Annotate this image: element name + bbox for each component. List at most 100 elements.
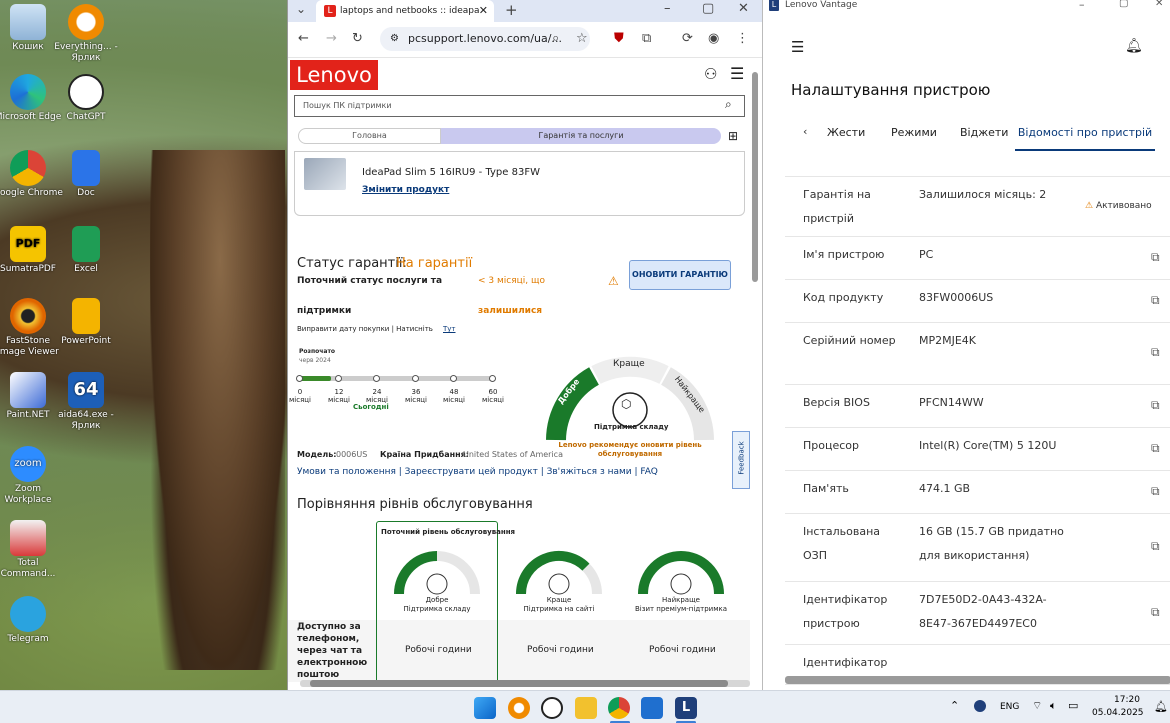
- faq-link[interactable]: FAQ: [640, 467, 657, 477]
- level-name: Краще: [546, 596, 572, 604]
- vantage-close-icon[interactable]: ✕: [1155, 0, 1163, 9]
- search-input[interactable]: Пошук ПК підтримки: [294, 95, 745, 117]
- vantage-minimize-icon[interactable]: –: [1079, 0, 1085, 11]
- register-link[interactable]: Зареєструвати цей продукт: [405, 467, 538, 477]
- breadcrumb-warranty[interactable]: Гарантія та послуги: [441, 128, 721, 144]
- tab-widgets[interactable]: Віджети: [960, 126, 1008, 139]
- vantage-taskbar-icon[interactable]: L: [675, 697, 697, 719]
- menu-icon[interactable]: ⋮: [736, 31, 749, 46]
- tray-chevron-icon[interactable]: ⌃: [950, 699, 959, 712]
- remaining-line1: < 3 місяці, що: [478, 276, 545, 286]
- warning-icon: ⚠: [1085, 201, 1094, 211]
- desktop-icon-everything[interactable]: Everything... - Ярлик: [51, 4, 121, 64]
- desktop-icon-telegram[interactable]: Telegram: [0, 596, 63, 645]
- taskbar: L ⌃ ENG ⌔ 🔈︎ ▭ 17:20 05.04.2025 🔔︎: [0, 690, 1170, 723]
- device-info-row: Пам'ять 474.1 GB ⧉: [785, 471, 1170, 514]
- vantage-horizontal-scrollbar[interactable]: [785, 676, 1170, 684]
- copy-icon[interactable]: ⧉: [1151, 250, 1160, 265]
- vantage-window: L Lenovo Vantage – ▢ ✕ ☰ 🔔︎ Налаштування…: [762, 0, 1170, 690]
- ublock-icon[interactable]: ⛊: [614, 31, 624, 46]
- volume-icon[interactable]: 🔈︎: [1050, 699, 1057, 713]
- file-explorer-icon[interactable]: [575, 697, 597, 719]
- start-icon[interactable]: [474, 697, 496, 719]
- wifi-icon[interactable]: ⌔: [1032, 699, 1042, 713]
- product-card: [294, 151, 745, 216]
- grid-icon[interactable]: ⊞: [728, 129, 738, 143]
- tab-gestures[interactable]: Жести: [827, 126, 865, 139]
- everything-taskbar-icon[interactable]: [508, 697, 530, 719]
- level-desc: Підтримка на сайті: [523, 605, 595, 613]
- copy-icon[interactable]: ⧉: [1151, 293, 1160, 308]
- maximize-icon[interactable]: ▢: [702, 1, 714, 16]
- desktop-icon-totalcommander[interactable]: Total Command...: [0, 520, 63, 580]
- copy-icon[interactable]: ⧉: [1151, 484, 1160, 499]
- copy-icon[interactable]: ⧉: [1151, 441, 1160, 456]
- breadcrumb-home[interactable]: Головна: [298, 128, 441, 144]
- info-value: 16 GB (15.7 GB придатно для використання…: [919, 525, 1064, 562]
- tray-vantage-icon[interactable]: [974, 700, 986, 712]
- profile-icon[interactable]: ◉: [708, 31, 719, 46]
- desktop-icon-zoom[interactable]: zoom Zoom Workplace: [0, 446, 63, 506]
- chrome-taskbar-icon[interactable]: [608, 697, 630, 719]
- close-window-icon[interactable]: ✕: [738, 1, 749, 16]
- language-indicator[interactable]: ENG: [1000, 702, 1019, 712]
- store-icon[interactable]: [641, 697, 663, 719]
- vertical-scrollbar[interactable]: [752, 72, 758, 282]
- copy-icon[interactable]: ⧉: [1151, 398, 1160, 413]
- copy-icon[interactable]: ⧉: [1151, 605, 1160, 620]
- tab-device-info[interactable]: Відомості про пристрій: [1015, 119, 1155, 151]
- account-icon[interactable]: ⚇: [704, 65, 717, 83]
- lenovo-logo[interactable]: Lenovo: [290, 60, 378, 90]
- new-tab-icon[interactable]: +: [505, 1, 518, 19]
- hours-better: Робочі години: [527, 645, 594, 655]
- info-key: Інстальована ОЗП: [803, 525, 881, 562]
- clock-time[interactable]: 17:20: [1114, 695, 1140, 705]
- search-icon[interactable]: ⌕: [725, 97, 732, 112]
- timeline-tick: [412, 375, 419, 382]
- tabs-prev-icon[interactable]: ‹: [803, 125, 807, 138]
- fix-date-text: Виправити дату покупки | Натисніть: [297, 325, 433, 333]
- update-warranty-button[interactable]: ОНОВИТИ ГАРАНТІЮ: [629, 260, 731, 290]
- back-icon[interactable]: ←: [298, 31, 309, 46]
- zoom-icon[interactable]: ⌕: [552, 31, 559, 46]
- timeline-label: 0 місяці: [289, 388, 311, 404]
- desktop-icon-excel[interactable]: Excel: [51, 226, 121, 275]
- desktop-icon-aida64[interactable]: 64 aida64.exe - Ярлик: [51, 372, 121, 432]
- battery-icon[interactable]: ▭: [1068, 699, 1078, 712]
- menu-toggle-icon[interactable]: ☰: [791, 38, 804, 56]
- extensions-icon[interactable]: ⧉: [642, 31, 651, 46]
- change-product-link[interactable]: Змінити продукт: [362, 185, 449, 195]
- reload-icon[interactable]: ↻: [352, 31, 363, 46]
- tab-bar: ⌄ L laptops and netbooks :: ideapa ✕ + –…: [288, 0, 762, 22]
- terms-link[interactable]: Умови та положення: [297, 467, 396, 477]
- clock-date[interactable]: 05.04.2025: [1092, 708, 1144, 718]
- tab-modes[interactable]: Режими: [891, 126, 937, 139]
- site-info-icon[interactable]: ⚙: [390, 27, 399, 51]
- chrome-window: ⌄ L laptops and netbooks :: ideapa ✕ + –…: [287, 0, 762, 690]
- hamburger-icon[interactable]: ☰: [730, 64, 744, 83]
- info-key: Серійний номер: [803, 334, 896, 347]
- vantage-maximize-icon[interactable]: ▢: [1119, 0, 1128, 9]
- tab-search-icon[interactable]: ⟳: [682, 31, 693, 46]
- contact-link[interactable]: Зв'яжіться з нами: [547, 467, 632, 477]
- desktop-icon-powerpoint[interactable]: PowerPoint: [51, 298, 121, 347]
- desktop-icon-chatgpt[interactable]: ChatGPT: [51, 74, 121, 123]
- feedback-tab[interactable]: Feedback: [732, 431, 750, 489]
- bookmark-star-icon[interactable]: ☆: [576, 31, 588, 46]
- timeline-tick: [450, 375, 457, 382]
- notifications-bell-icon[interactable]: 🔔︎: [1125, 38, 1143, 54]
- country-label: Країна Придбання:: [380, 450, 469, 459]
- minimize-icon[interactable]: –: [664, 1, 671, 16]
- close-tab-icon[interactable]: ✕: [479, 0, 488, 22]
- browser-tab[interactable]: L laptops and netbooks :: ideapa ✕: [316, 0, 494, 22]
- vantage-title: Lenovo Vantage: [785, 0, 858, 10]
- forward-icon[interactable]: →: [326, 31, 337, 46]
- notification-center-icon[interactable]: 🔔︎: [1154, 700, 1168, 713]
- fix-date-link[interactable]: Тут: [443, 325, 456, 333]
- desktop-icon-doc[interactable]: Doc: [51, 150, 121, 199]
- horizontal-scrollbar[interactable]: [310, 680, 728, 687]
- copy-icon[interactable]: ⧉: [1151, 539, 1160, 554]
- chatgpt-taskbar-icon[interactable]: [541, 697, 563, 719]
- copy-icon[interactable]: ⧉: [1151, 345, 1160, 360]
- tab-list-icon[interactable]: ⌄: [296, 2, 306, 16]
